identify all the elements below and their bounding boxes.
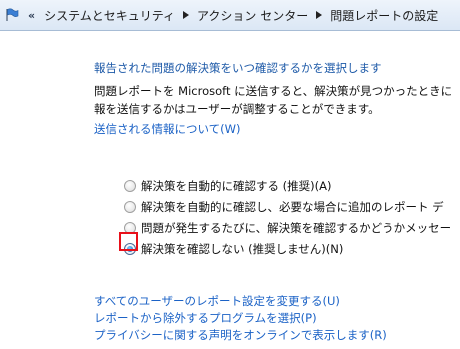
page-heading: 報告された問題の解決策をいつ確認するかを選択します	[94, 61, 382, 75]
breadcrumb-arrow-icon[interactable]	[179, 11, 193, 19]
info-sent-link[interactable]: 送信される情報について(W)	[94, 121, 241, 137]
breadcrumb-arrow-icon[interactable]	[312, 11, 326, 19]
description-line: 問題レポートを Microsoft に送信すると、解決策が見つかったときに	[94, 84, 453, 98]
option-auto-check[interactable]: 解決策を自動的に確認する (推奨)(A)	[124, 175, 460, 196]
radio-auto-check-send-data[interactable]	[124, 200, 136, 213]
privacy-statement-link[interactable]: プライバシーに関する声明をオンラインで表示します(R)	[94, 327, 387, 344]
select-excluded-programs-link[interactable]: レポートから除外するプログラムを選択(P)	[94, 310, 387, 327]
solution-check-options: 解決策を自動的に確認する (推奨)(A) 解決策を自動的に確認し、必要な場合に追…	[124, 175, 460, 259]
breadcrumb-problem-reporting-settings[interactable]: 問題レポートの設定	[326, 7, 442, 24]
main-content: 報告された問題の解決策をいつ確認するかを選択します 問題レポートを Micros…	[0, 32, 460, 349]
option-auto-check-send-data[interactable]: 解決策を自動的に確認し、必要な場合に追加のレポート デ	[124, 196, 460, 217]
description: 問題レポートを Microsoft に送信すると、解決策が見つかったときに 報を…	[94, 82, 460, 118]
control-panel-window: « システムとセキュリティ アクション センター 問題レポートの設定 報告された…	[0, 0, 460, 349]
breadcrumb-system-security[interactable]: システムとセキュリティ	[40, 7, 179, 24]
option-label: 解決策を自動的に確認し、必要な場合に追加のレポート デ	[141, 199, 444, 214]
overflow-chevron[interactable]: «	[28, 9, 35, 22]
radio-auto-check[interactable]	[124, 179, 136, 192]
flag-icon	[6, 8, 19, 21]
address-bar[interactable]: « システムとセキュリティ アクション センター 問題レポートの設定	[0, 0, 460, 31]
selection-highlight-box	[119, 232, 138, 251]
breadcrumb-action-center[interactable]: アクション センター	[193, 7, 312, 24]
option-ask-each-time[interactable]: 問題が発生するたびに、解決策を確認するかどうかメッセー	[124, 217, 460, 238]
option-label: 問題が発生するたびに、解決策を確認するかどうかメッセー	[141, 220, 452, 235]
description-line: 報を送信するかはユーザーが調整することができます。	[94, 102, 380, 116]
change-all-users-settings-link[interactable]: すべてのユーザーのレポート設定を変更する(U)	[94, 293, 387, 310]
related-links: すべてのユーザーのレポート設定を変更する(U) レポートから除外するプログラムを…	[94, 293, 387, 344]
option-label: 解決策を自動的に確認する (推奨)(A)	[141, 178, 332, 193]
option-never-check[interactable]: 解決策を確認しない (推奨しません)(N)	[124, 238, 460, 259]
option-label: 解決策を確認しない (推奨しません)(N)	[141, 241, 344, 256]
